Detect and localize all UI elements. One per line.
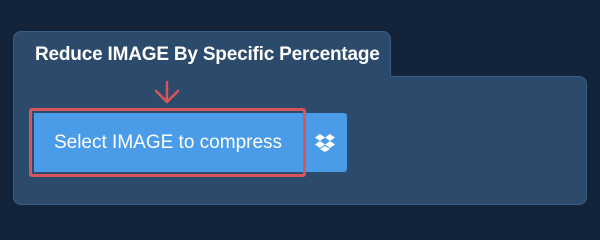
arrow-down-icon [152,80,182,106]
highlight-box [29,108,306,177]
tab-panel-join [14,70,390,84]
dropbox-icon [314,133,336,153]
tab-title: Reduce IMAGE By Specific Percentage [35,44,380,65]
dropbox-button[interactable] [302,113,347,172]
